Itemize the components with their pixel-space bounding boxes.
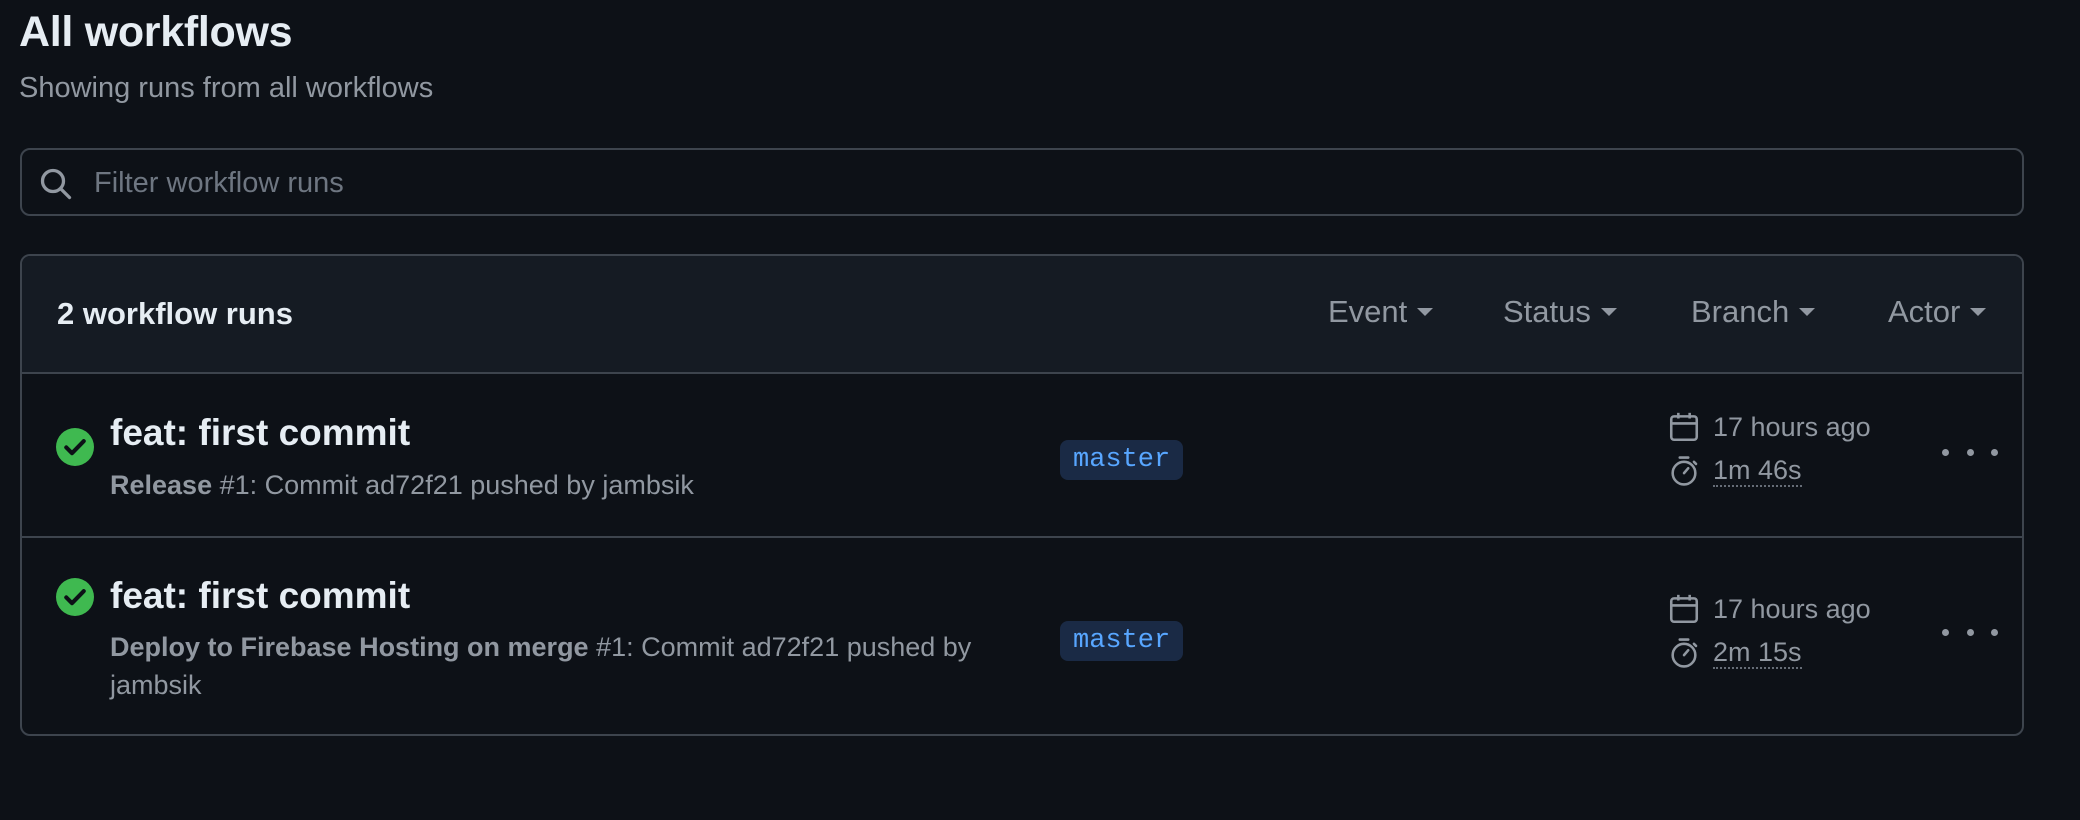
dot: [1942, 628, 1949, 636]
branch-filter-button[interactable]: Branch: [1691, 294, 1816, 330]
run-time-ago: 17 hours ago: [1713, 593, 1871, 624]
page-subtitle: Showing runs from all workflows: [19, 72, 434, 104]
workflow-runs-count: 2 workflow runs: [57, 296, 293, 331]
branch-label[interactable]: master: [1060, 621, 1184, 661]
filter-workflow-runs-input[interactable]: [92, 158, 1996, 208]
dot: [1991, 628, 1998, 636]
workflow-name: Deploy to Firebase Hosting on merge: [110, 632, 589, 662]
workflow-run-meta: Deploy to Firebase Hosting on merge #1: …: [110, 628, 1030, 704]
event-filter-button[interactable]: Event: [1328, 294, 1434, 330]
workflow-name: Release: [110, 470, 213, 500]
run-time-ago: 17 hours ago: [1713, 411, 1871, 442]
branch-label[interactable]: master: [1060, 440, 1184, 480]
workflow-run-meta: Release #1: Commit ad72f21 pushed by jam…: [110, 466, 1030, 504]
dot: [1991, 448, 1998, 456]
workflow-run-title-link[interactable]: feat: first commit: [110, 575, 410, 617]
run-duration-value: 1m 46s: [1713, 455, 1802, 487]
run-duration: 2m 15s: [1667, 636, 1802, 670]
run-duration-value: 2m 15s: [1713, 637, 1802, 669]
workflow-run-title-link[interactable]: feat: first commit: [110, 412, 410, 454]
kebab-horizontal-icon[interactable]: [1942, 617, 1998, 647]
workflow-run-row[interactable]: feat: first commit Deploy to Firebase Ho…: [22, 536, 2022, 734]
event-filter-label: Event: [1328, 294, 1408, 329]
chevron-down-icon: [1417, 308, 1434, 316]
stopwatch-icon: [1671, 638, 1698, 668]
dot: [1966, 628, 1974, 636]
workflow-runs-header: 2 workflow runs Event Status Branch Acto…: [22, 256, 2022, 374]
dot: [1966, 448, 1974, 456]
filter-workflow-runs-field[interactable]: [20, 148, 2024, 216]
search-icon: [40, 168, 72, 200]
status-filter-button[interactable]: Status: [1503, 294, 1617, 330]
kebab-horizontal-icon[interactable]: [1942, 437, 1998, 467]
chevron-down-icon: [1970, 308, 1987, 316]
chevron-down-icon: [1799, 308, 1816, 316]
workflow-run-row[interactable]: feat: first commit Release #1: Commit ad…: [22, 374, 2022, 536]
calendar-icon: [1669, 412, 1699, 442]
actor-filter-button[interactable]: Actor: [1888, 294, 1987, 330]
run-date: 17 hours ago: [1667, 592, 1871, 626]
actor-filter-label: Actor: [1888, 294, 1961, 329]
branch-filter-label: Branch: [1691, 294, 1790, 329]
workflow-run-meta-text: #1: Commit ad72f21 pushed by jambsik: [212, 470, 694, 500]
stopwatch-icon: [1671, 456, 1698, 486]
calendar-icon: [1669, 594, 1699, 624]
run-date: 17 hours ago: [1667, 410, 1871, 444]
page-title: All workflows: [19, 8, 293, 56]
dot: [1942, 448, 1949, 456]
run-duration: 1m 46s: [1667, 454, 1802, 488]
workflow-runs-panel: 2 workflow runs Event Status Branch Acto…: [20, 254, 2024, 736]
status-filter-label: Status: [1503, 294, 1591, 329]
check-circle-icon: [56, 578, 94, 616]
check-circle-icon: [56, 428, 94, 466]
chevron-down-icon: [1600, 308, 1617, 316]
